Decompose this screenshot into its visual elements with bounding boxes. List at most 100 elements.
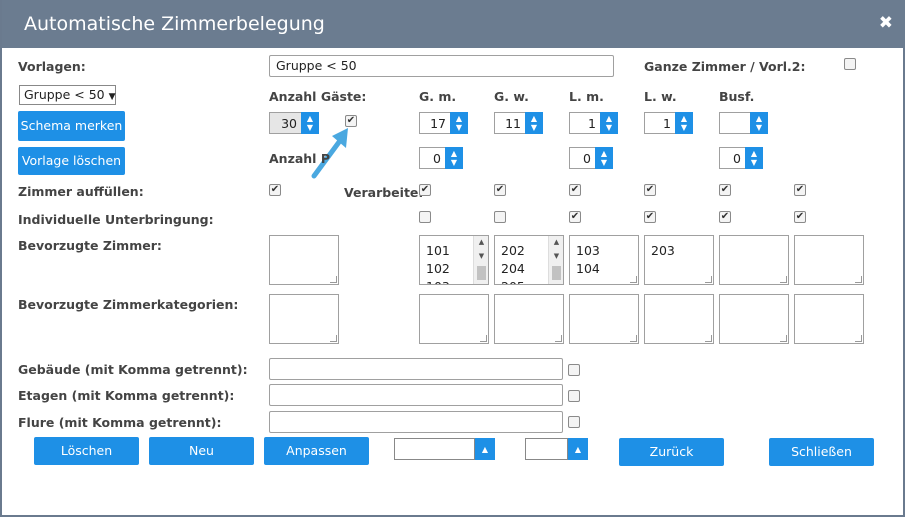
verarbeite-checkbox-busf[interactable]: ✔ [719, 184, 731, 196]
kategorien-l-m-textarea[interactable] [569, 294, 639, 344]
resize-grip-icon[interactable] [330, 276, 337, 283]
busf-p-stepper[interactable]: 0 ▲ ▼ [719, 147, 763, 169]
resize-grip-icon[interactable] [705, 335, 712, 342]
stepper-arrows-icon[interactable]: ▲ ▼ [445, 147, 463, 169]
etagen-input[interactable] [269, 384, 563, 406]
resize-grip-icon[interactable] [630, 276, 637, 283]
bevorzugte-zimmer-l-w-textarea[interactable]: 203 [644, 235, 714, 285]
bevorzugte-zimmer-g-m-list[interactable]: 101 102 103 ▲ ▼ [419, 235, 489, 285]
busf-p-value[interactable]: 0 [719, 147, 745, 169]
g-m-gaeste-value[interactable]: 17 [419, 112, 450, 134]
chevron-up-icon[interactable]: ▲ [475, 438, 495, 460]
bevorzugte-zimmer-main-textarea[interactable] [269, 235, 339, 285]
resize-grip-icon[interactable] [480, 335, 487, 342]
ganze-zimmer-checkbox[interactable] [844, 58, 856, 70]
bevorzugte-zimmer-busf-textarea[interactable] [719, 235, 789, 285]
dropdown-value[interactable] [394, 438, 475, 460]
stepper-arrows-icon[interactable]: ▲ ▼ [750, 112, 768, 134]
stepper-arrows-icon[interactable]: ▲ ▼ [600, 112, 618, 134]
kategorien-g-m-textarea[interactable] [419, 294, 489, 344]
vorlage-loeschen-button[interactable]: Vorlage löschen [18, 147, 125, 175]
anpassen-button[interactable]: Anpassen [264, 437, 369, 465]
stepper-arrows-icon[interactable]: ▲ ▼ [595, 147, 613, 169]
scroll-down-icon[interactable]: ▼ [474, 252, 488, 264]
titlebar: Automatische Zimmerbelegung ✖ [2, 0, 905, 48]
zurueck-button[interactable]: Zurück [619, 438, 724, 466]
stepper-arrows-icon[interactable]: ▲ ▼ [525, 112, 543, 134]
scroll-down-icon[interactable]: ▼ [549, 252, 563, 264]
flure-label: Flure (mit Komma getrennt): [18, 415, 222, 430]
kategorien-extra-textarea[interactable] [794, 294, 864, 344]
bevorzugte-zimmer-g-w-list[interactable]: 202 204 205 ▲ ▼ [494, 235, 564, 285]
g-m-p-stepper[interactable]: 0 ▲ ▼ [419, 147, 463, 169]
gebaeude-input[interactable] [269, 358, 563, 380]
kategorien-l-w-textarea[interactable] [644, 294, 714, 344]
etagen-checkbox[interactable] [568, 390, 580, 402]
verarbeite-checkbox-g-m[interactable]: ✔ [419, 184, 431, 196]
anzahl-gaeste-value[interactable]: 30 [269, 112, 301, 134]
vorlagen-name-input[interactable]: Gruppe < 50 [269, 55, 614, 77]
verarbeite-checkbox-l-m[interactable]: ✔ [569, 184, 581, 196]
scrollbar[interactable]: ▲ ▼ [548, 236, 563, 284]
l-w-gaeste-stepper[interactable]: 1 ▲ ▼ [644, 112, 693, 134]
stepper-arrows-icon[interactable]: ▲ ▼ [745, 147, 763, 169]
schliessen-button[interactable]: Schließen [769, 438, 874, 466]
g-m-gaeste-stepper[interactable]: 17 ▲ ▼ [419, 112, 468, 134]
resize-grip-icon[interactable] [780, 276, 787, 283]
individuell-checkbox-l-w[interactable]: ✔ [644, 211, 656, 223]
neu-button[interactable]: Neu [149, 437, 254, 465]
resize-grip-icon[interactable] [855, 276, 862, 283]
scrollbar[interactable]: ▲ ▼ [473, 236, 488, 284]
bevorzugte-zimmer-extra-textarea[interactable] [794, 235, 864, 285]
resize-grip-icon[interactable] [780, 335, 787, 342]
vorlagen-select[interactable]: Gruppe < 50 ▼ [19, 85, 116, 105]
individuell-checkbox-g-m[interactable] [419, 211, 431, 223]
kategorien-g-w-textarea[interactable] [494, 294, 564, 344]
zimmer-auffuellen-checkbox[interactable]: ✔ [269, 184, 281, 196]
busf-gaeste-value[interactable] [719, 112, 750, 134]
scrollbar-thumb[interactable] [477, 266, 486, 280]
busf-gaeste-stepper[interactable]: ▲ ▼ [719, 112, 768, 134]
resize-grip-icon[interactable] [705, 276, 712, 283]
individuell-checkbox-extra[interactable]: ✔ [794, 211, 806, 223]
stepper-arrows-icon[interactable]: ▲ ▼ [675, 112, 693, 134]
l-w-gaeste-value[interactable]: 1 [644, 112, 675, 134]
kategorien-main-textarea[interactable] [269, 294, 339, 344]
list-item: 203 [651, 243, 675, 258]
resize-grip-icon[interactable] [555, 335, 562, 342]
resize-grip-icon[interactable] [855, 335, 862, 342]
stepper-arrows-icon[interactable]: ▲ ▼ [450, 112, 468, 134]
column-header-g-w: G. w. [494, 89, 529, 104]
g-m-p-value[interactable]: 0 [419, 147, 445, 169]
flure-input[interactable] [269, 411, 563, 433]
close-icon[interactable]: ✖ [879, 13, 893, 33]
scrollbar-thumb[interactable] [552, 266, 561, 280]
individuell-checkbox-g-w[interactable] [494, 211, 506, 223]
column-header-l-m: L. m. [569, 89, 604, 104]
bottom-dropdown-1[interactable]: ▲ [394, 438, 495, 460]
verarbeite-checkbox-extra[interactable]: ✔ [794, 184, 806, 196]
individuell-checkbox-l-m[interactable]: ✔ [569, 211, 581, 223]
individuell-checkbox-busf[interactable]: ✔ [719, 211, 731, 223]
scroll-up-icon[interactable]: ▲ [549, 238, 563, 250]
scroll-up-icon[interactable]: ▲ [474, 238, 488, 250]
l-m-gaeste-stepper[interactable]: 1 ▲ ▼ [569, 112, 618, 134]
g-w-gaeste-value[interactable]: 11 [494, 112, 525, 134]
l-m-p-value[interactable]: 0 [569, 147, 595, 169]
schema-merken-button[interactable]: Schema merken [18, 111, 125, 141]
loeschen-button[interactable]: Löschen [34, 437, 139, 465]
l-m-gaeste-value[interactable]: 1 [569, 112, 600, 134]
verarbeite-checkbox-l-w[interactable]: ✔ [644, 184, 656, 196]
resize-grip-icon[interactable] [330, 335, 337, 342]
verarbeite-checkbox-g-w[interactable]: ✔ [494, 184, 506, 196]
l-m-p-stepper[interactable]: 0 ▲ ▼ [569, 147, 613, 169]
kategorien-busf-textarea[interactable] [719, 294, 789, 344]
dropdown-value[interactable] [525, 438, 568, 460]
resize-grip-icon[interactable] [630, 335, 637, 342]
chevron-up-icon[interactable]: ▲ [568, 438, 588, 460]
bevorzugte-zimmer-l-m-textarea[interactable]: 103 104 [569, 235, 639, 285]
g-w-gaeste-stepper[interactable]: 11 ▲ ▼ [494, 112, 543, 134]
bottom-dropdown-2[interactable]: ▲ [525, 438, 588, 460]
gebaeude-checkbox[interactable] [568, 364, 580, 376]
flure-checkbox[interactable] [568, 416, 580, 428]
